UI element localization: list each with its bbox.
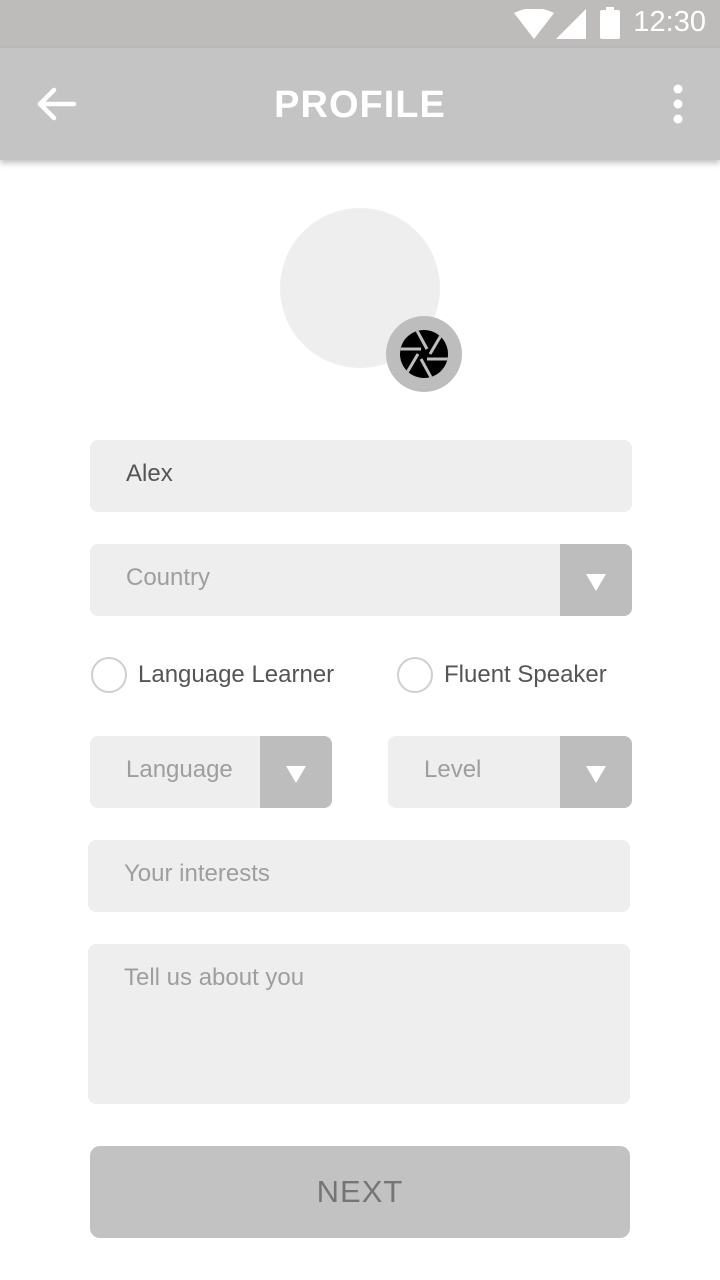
language-placeholder: Language (126, 756, 233, 783)
triangle-down-icon (286, 766, 306, 783)
name-field[interactable]: Alex (90, 440, 632, 512)
country-dropdown[interactable]: Country (90, 544, 632, 616)
radio-fluent-speaker[interactable] (397, 657, 433, 693)
interests-placeholder: Your interests (124, 860, 270, 887)
level-placeholder: Level (424, 756, 482, 783)
interests-field[interactable]: Your interests (88, 840, 630, 912)
app-bar: PROFILE (0, 48, 720, 160)
level-dropdown-button[interactable] (560, 736, 632, 808)
triangle-down-icon (586, 766, 606, 783)
radio-label-language-learner: Language Learner (138, 661, 335, 688)
about-placeholder: Tell us about you (124, 964, 305, 991)
level-dropdown[interactable]: Level (388, 736, 632, 808)
camera-aperture-icon (400, 330, 448, 378)
cell-signal-icon (556, 9, 586, 39)
next-button[interactable]: NEXT (90, 1146, 630, 1238)
battery-icon (600, 7, 620, 39)
page-title: PROFILE (274, 84, 446, 126)
more-options-button[interactable] (666, 84, 690, 124)
radio-language-learner[interactable] (91, 657, 127, 693)
country-dropdown-button[interactable] (560, 544, 632, 616)
triangle-down-icon (586, 574, 606, 591)
change-photo-button[interactable] (386, 316, 462, 392)
wifi-icon (514, 9, 554, 39)
more-vert-icon (673, 84, 683, 124)
status-bar: 12:30 (0, 0, 720, 48)
language-dropdown-button[interactable] (260, 736, 332, 808)
name-value: Alex (126, 460, 173, 487)
country-placeholder: Country (126, 564, 211, 591)
radio-label-fluent-speaker: Fluent Speaker (444, 661, 607, 688)
about-textarea[interactable]: Tell us about you (88, 944, 630, 1104)
language-dropdown[interactable]: Language (90, 736, 332, 808)
status-time: 12:30 (633, 6, 706, 38)
